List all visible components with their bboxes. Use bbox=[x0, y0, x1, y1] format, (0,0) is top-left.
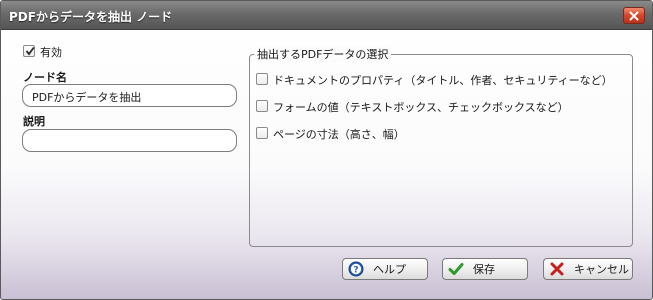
close-button[interactable] bbox=[623, 7, 645, 24]
form-values-label: フォームの値（テキストボックス、チェックボックスなど） bbox=[273, 101, 569, 114]
cancel-button[interactable]: キャンセル bbox=[543, 258, 633, 280]
help-icon: ? bbox=[347, 260, 365, 278]
help-button-label: ヘルプ bbox=[373, 263, 406, 276]
save-button-label: 保存 bbox=[473, 263, 495, 276]
page-dimensions-label: ページの寸法（高さ、幅） bbox=[273, 128, 405, 141]
document-properties-label: ドキュメントのプロパティ（タイトル、作者、セキュリティーなど） bbox=[273, 74, 613, 87]
extract-options-legend: 抽出するPDFデータの選択 bbox=[254, 46, 392, 62]
enabled-checkbox[interactable] bbox=[23, 45, 35, 57]
save-button[interactable]: 保存 bbox=[442, 258, 528, 280]
checkmark-icon bbox=[25, 46, 35, 56]
description-label: 説明 bbox=[23, 115, 45, 128]
close-icon bbox=[629, 11, 639, 21]
enabled-label: 有効 bbox=[40, 46, 62, 59]
dialog-window: PDFからデータを抽出 ノード 有効 ノード名 PDFからデータを抽出 説明 抽… bbox=[0, 0, 653, 300]
x-icon bbox=[548, 260, 566, 278]
document-properties-checkbox[interactable] bbox=[256, 73, 268, 85]
help-button[interactable]: ? ヘルプ bbox=[342, 258, 428, 280]
title-bar[interactable]: PDFからデータを抽出 ノード bbox=[1, 1, 652, 30]
node-name-label: ノード名 bbox=[23, 71, 67, 84]
form-values-checkbox[interactable] bbox=[256, 100, 268, 112]
cancel-button-label: キャンセル bbox=[574, 263, 629, 276]
window-title: PDFからデータを抽出 ノード bbox=[9, 10, 173, 24]
page-dimensions-checkbox[interactable] bbox=[256, 127, 268, 139]
checkmark-icon bbox=[447, 260, 465, 278]
svg-text:?: ? bbox=[353, 266, 358, 276]
description-input[interactable] bbox=[22, 129, 237, 152]
node-name-input[interactable]: PDFからデータを抽出 bbox=[22, 84, 237, 107]
